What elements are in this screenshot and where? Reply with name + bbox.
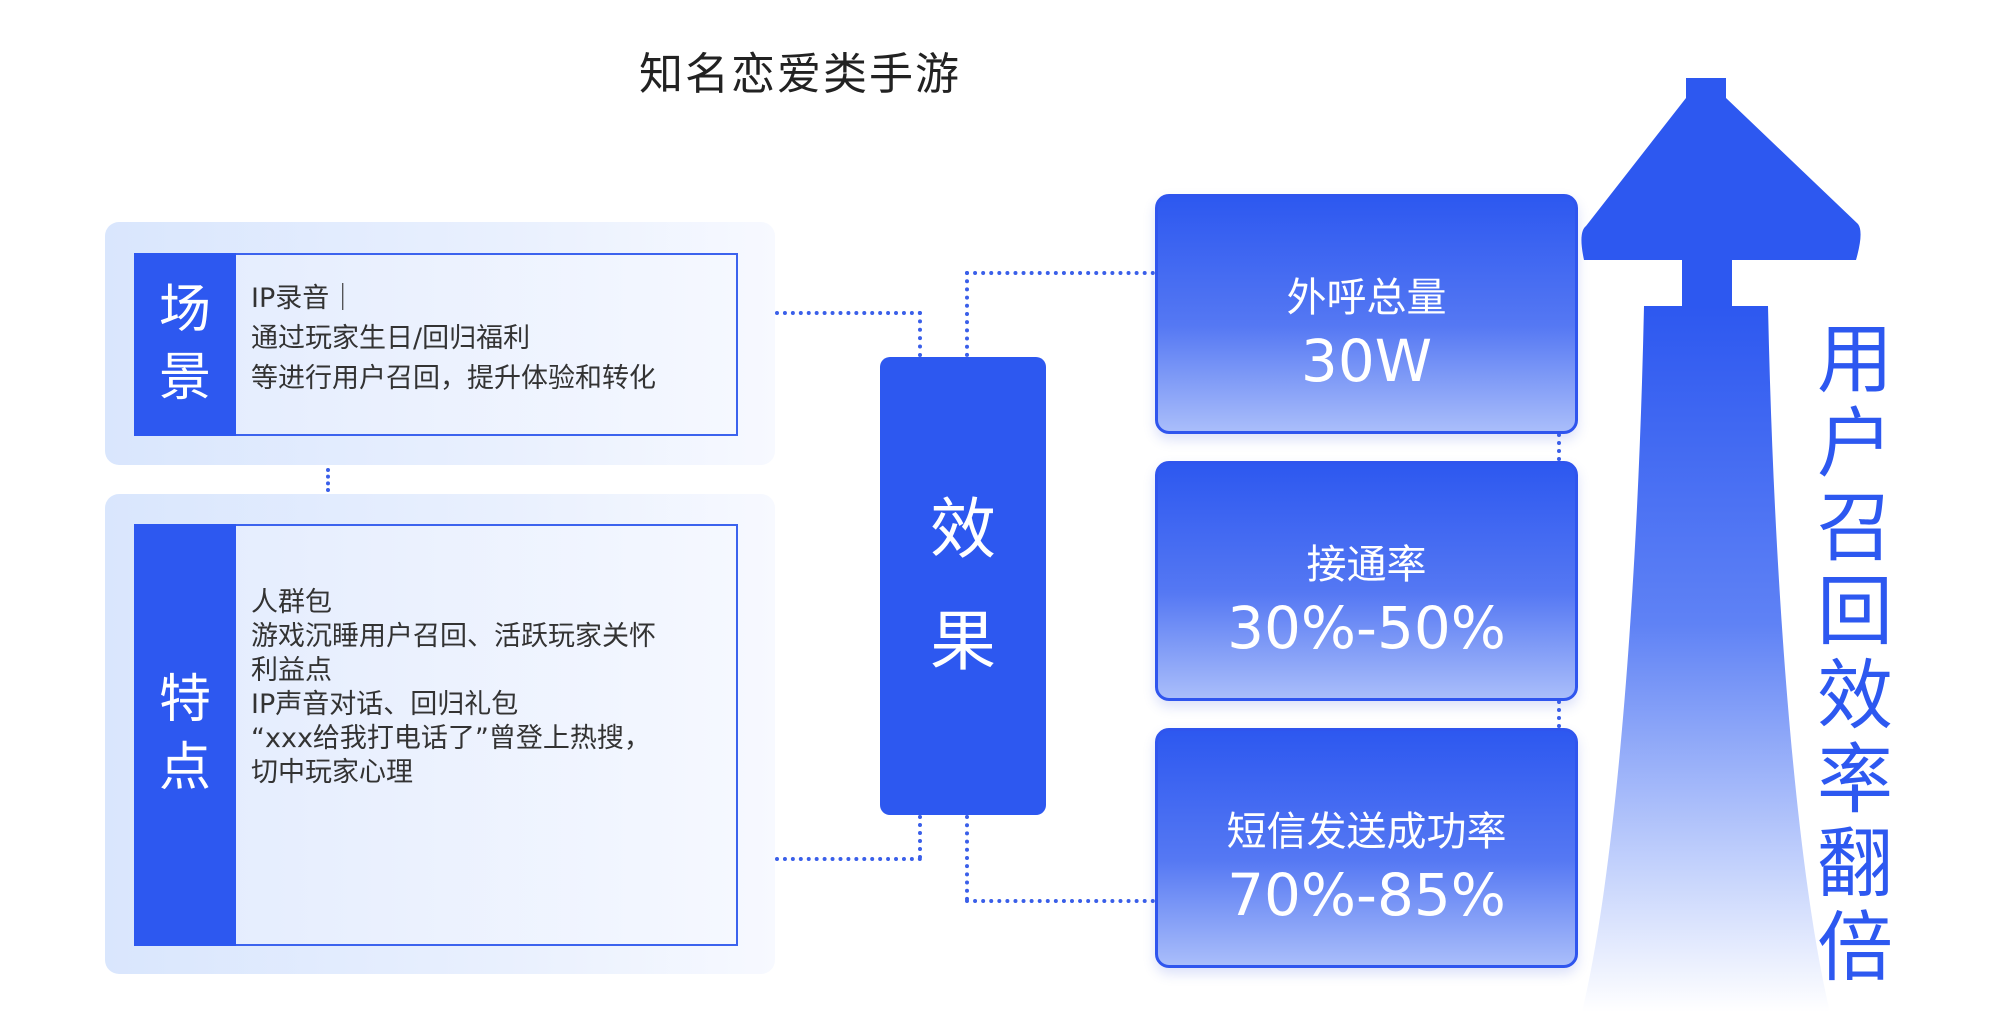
metric-total-calls: 外呼总量 30W bbox=[1155, 194, 1578, 434]
features-line-4: IP声音对话、回归礼包 bbox=[251, 689, 519, 720]
features-box: 特 点 人群包 游戏沉睡用户召回、活跃玩家关怀 利益点 IP声音对话、回归礼包 … bbox=[134, 524, 738, 946]
features-line-2: 游戏沉睡用户召回、活跃玩家关怀 bbox=[251, 621, 656, 652]
features-line-5: “xxx给我打电话了”曾登上热搜， bbox=[251, 723, 651, 754]
result-char-2: 户 bbox=[1817, 399, 1893, 488]
metric-total-calls-value: 30W bbox=[1300, 327, 1433, 395]
result-char-4: 回 bbox=[1817, 567, 1893, 656]
connector-effect-bottom bbox=[965, 899, 1155, 903]
features-line-6: 切中玩家心理 bbox=[251, 757, 413, 788]
metric-sms-success-rate: 短信发送成功率 70%-85% bbox=[1155, 728, 1578, 968]
features-line-3: 利益点 bbox=[251, 655, 332, 686]
connector-scene-down bbox=[918, 311, 922, 357]
result-char-8: 倍 bbox=[1817, 903, 1893, 992]
effect-char-2: 果 bbox=[930, 603, 996, 680]
features-frame: 特 点 人群包 游戏沉睡用户召回、活跃玩家关怀 利益点 IP声音对话、回归礼包 … bbox=[105, 494, 775, 974]
features-text: 人群包 游戏沉睡用户召回、活跃玩家关怀 利益点 IP声音对话、回归礼包 “xxx… bbox=[251, 586, 656, 790]
scene-line-3: 等进行用户召回，提升体验和转化 bbox=[251, 363, 656, 394]
scene-tag-char-2: 景 bbox=[158, 347, 211, 408]
connector-features-up bbox=[918, 815, 922, 859]
result-char-7: 翻 bbox=[1817, 819, 1893, 908]
connector-scene-features bbox=[326, 468, 330, 492]
effect-char-1: 效 bbox=[930, 490, 996, 568]
connector-features-right bbox=[775, 857, 922, 861]
scene-text: IP录音｜ 通过玩家生日/回归福利 等进行用户召回，提升体验和转化 bbox=[251, 279, 656, 399]
metric-sms-success-rate-label: 短信发送成功率 bbox=[1226, 809, 1507, 855]
connector-effect-down bbox=[965, 815, 969, 901]
metric-total-calls-label: 外呼总量 bbox=[1286, 275, 1447, 321]
result-text: 用 户 召 回 效 率 翻 倍 bbox=[1810, 318, 1900, 990]
connector-effect-top bbox=[965, 271, 1155, 275]
scene-tag: 场 景 bbox=[134, 253, 236, 436]
features-tag: 特 点 bbox=[134, 524, 236, 946]
metric-connect-rate-value: 30%-50% bbox=[1227, 594, 1506, 662]
connector-scene-right bbox=[775, 311, 922, 315]
scene-box: 场 景 IP录音｜ 通过玩家生日/回归福利 等进行用户召回，提升体验和转化 bbox=[134, 253, 738, 436]
features-tag-char-1: 特 bbox=[158, 670, 211, 731]
features-line-1: 人群包 bbox=[251, 587, 332, 618]
diagram-title: 知名恋爱类手游 bbox=[639, 49, 961, 100]
result-char-3: 召 bbox=[1817, 483, 1893, 572]
result-char-1: 用 bbox=[1817, 315, 1893, 404]
scene-line-2: 通过玩家生日/回归福利 bbox=[251, 323, 531, 354]
features-tag-char-2: 点 bbox=[158, 738, 211, 798]
metric-connect-rate-label: 接通率 bbox=[1306, 542, 1427, 588]
scene-line-1: IP录音｜ bbox=[251, 283, 357, 314]
effect-box: 效 果 bbox=[880, 357, 1046, 815]
scene-frame: 场 景 IP录音｜ 通过玩家生日/回归福利 等进行用户召回，提升体验和转化 bbox=[105, 222, 775, 465]
scene-tag-char-1: 场 bbox=[158, 279, 211, 340]
metric-sms-success-rate-value: 70%-85% bbox=[1227, 861, 1506, 929]
metric-connect-rate: 接通率 30%-50% bbox=[1155, 461, 1578, 701]
result-char-6: 率 bbox=[1817, 735, 1893, 824]
result-char-5: 效 bbox=[1817, 651, 1893, 740]
connector-effect-up bbox=[965, 271, 969, 357]
